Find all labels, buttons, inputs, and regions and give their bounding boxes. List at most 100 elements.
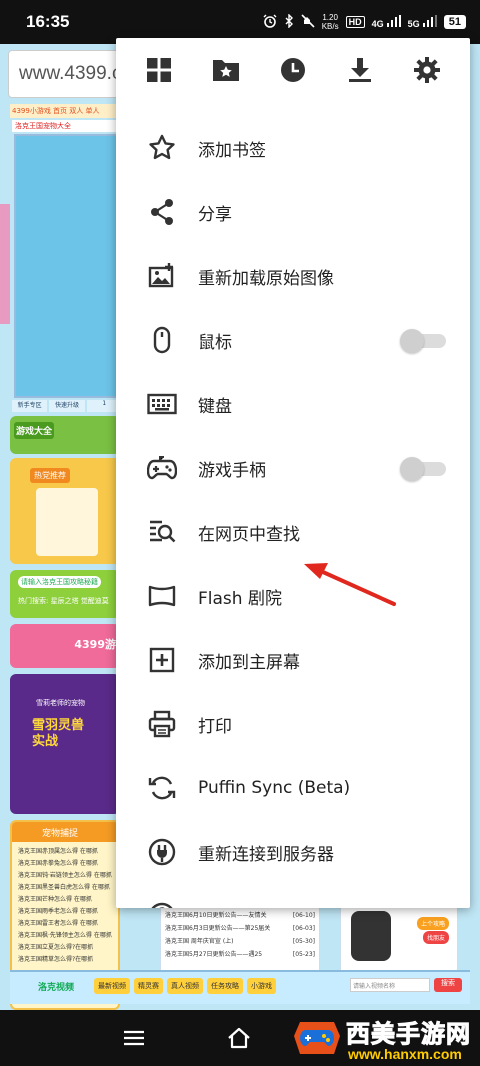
menu-item-mouse[interactable]: 鼠标 <box>116 312 470 368</box>
menu-item-help[interactable]: 帮助 <box>116 888 470 908</box>
toggle-thumb <box>400 457 424 481</box>
menu-item-reload-original-images[interactable]: 重新加载原始图像 <box>116 248 470 304</box>
video-tab[interactable]: 任务攻略 <box>207 978 243 994</box>
video-tab[interactable]: 真人视频 <box>167 978 203 994</box>
pet-card-tag[interactable]: 上个攻略 <box>416 917 449 930</box>
list-item[interactable]: 洛克王国雷王者怎么得 在哪抓 <box>18 918 112 930</box>
game-collection-block[interactable]: 游戏大全 <box>10 416 120 454</box>
apps-button[interactable] <box>139 50 179 90</box>
net-speed: 1.20 KB/s <box>322 13 339 31</box>
list-item[interactable]: 洛克王国雨季老怎么得 在哪抓 <box>18 906 112 918</box>
menu-item-label: 重新连接到服务器 <box>198 844 334 865</box>
site-tab[interactable]: 新手专区 <box>12 400 48 412</box>
help-icon <box>146 900 178 908</box>
annotation-arrow-icon <box>304 563 396 606</box>
star-icon <box>146 132 178 164</box>
video-bar: 洛克视频 最新视频 精灵赛 真人视频 任务攻略 小游戏 请输入视频名称 搜索 <box>10 970 470 1004</box>
settings-button[interactable] <box>407 50 447 90</box>
mute-icon <box>301 13 315 31</box>
downloads-button[interactable] <box>340 50 380 90</box>
side-decoration <box>0 204 10 324</box>
toggle-thumb <box>400 329 424 353</box>
video-tab[interactable]: 最新视频 <box>94 978 130 994</box>
list-item[interactable]: 洛克王国立夏怎么得?在哪抓 <box>18 942 112 954</box>
print-icon <box>146 708 178 740</box>
pet-capture-header: 宠物捕捉 <box>12 822 118 842</box>
pet-feature-caption: 雪莉老师的宠物 <box>36 699 85 707</box>
search-hint-block[interactable]: 请输入洛克王国攻略秘籍 热门搜索: 星辰之塔 觉醒迪莫 <box>10 570 120 618</box>
hot-recommend-label: 热党推荐 <box>30 468 70 483</box>
site-tab[interactable]: 快速升级 <box>49 400 85 412</box>
news-item[interactable]: 洛克王国 周年庆官宣 (上) [05-30] <box>165 935 315 948</box>
menu-item-add-to-home[interactable]: 添加到主屏幕 <box>116 632 470 688</box>
menu-lines-icon <box>124 1030 144 1046</box>
menu-item-puffin-sync[interactable]: Puffin Sync (Beta) <box>116 760 470 816</box>
menu-item-label: 添加书签 <box>198 140 266 161</box>
list-item[interactable]: 洛克王国精草怎么得?在哪抓 <box>18 954 112 966</box>
pet-card-tag[interactable]: 找朋友 <box>422 931 449 944</box>
site-banner[interactable] <box>14 134 118 398</box>
list-item[interactable]: 洛克王国钝·岩链领主怎么得 在哪抓 <box>18 870 112 882</box>
signal-4g-label: 4G <box>371 18 384 29</box>
news-date: [06-10] <box>292 912 315 919</box>
hot-recommend-image <box>36 488 98 556</box>
site-header-strip: 4399小游戏 首页 双人 单人 <box>10 104 120 118</box>
news-date: [05-23] <box>292 951 315 958</box>
alarm-icon <box>263 14 277 31</box>
net-speed-unit: KB/s <box>321 22 339 31</box>
menu-item-label: 鼠标 <box>198 332 232 353</box>
video-tab[interactable]: 精灵赛 <box>134 978 163 994</box>
menu-item-label: Flash 剧院 <box>198 588 282 609</box>
menu-item-gamepad[interactable]: 游戏手柄 <box>116 440 470 496</box>
news-date: [05-30] <box>292 938 315 945</box>
keyboard-icon <box>146 388 178 420</box>
pet-feature-block[interactable]: 雪莉老师的宠物 雪羽灵兽实战 <box>10 674 120 814</box>
menu-item-add-bookmark[interactable]: 添加书签 <box>116 120 470 176</box>
list-item[interactable]: 洛克王国赤拳兔怎么得 在哪抓 <box>18 858 112 870</box>
home-icon <box>228 1027 250 1049</box>
bookmarks-button[interactable] <box>206 50 246 90</box>
video-section-label: 洛克视频 <box>38 983 75 993</box>
site-tabs: 新手专区 快速升级 1 <box>12 400 122 412</box>
add-box-icon <box>146 644 178 676</box>
list-item[interactable]: 洛克王国枫·先锋领主怎么得 在哪抓 <box>18 930 112 942</box>
menu-item-label: 在网页中查找 <box>198 524 300 545</box>
menu-item-label: 重新加载原始图像 <box>198 268 334 289</box>
nav-home-button[interactable] <box>225 1024 253 1052</box>
video-tabs: 最新视频 精灵赛 真人视频 任务攻略 小游戏 <box>94 978 276 994</box>
menu-item-flash-theater[interactable]: Flash 剧院 <box>116 568 470 624</box>
gamepad-toggle[interactable] <box>400 457 448 481</box>
list-item[interactable]: 洛克王国黑圣兽白虎怎么得 在哪抓 <box>18 882 112 894</box>
promo-4399-block[interactable]: 4399游 <box>10 624 120 668</box>
list-item[interactable]: 洛克王国芒种怎么得 在哪抓 <box>18 894 112 906</box>
news-list: 洛克王国6月10日更新公告——友情关 [06-10] 洛克王国6月3日更新公告——… <box>161 901 319 969</box>
video-tab[interactable]: 小游戏 <box>247 978 276 994</box>
list-item[interactable]: 洛克王国赤顶属怎么得 在哪抓 <box>18 846 112 858</box>
net-speed-value: 1.20 <box>322 13 338 22</box>
mouse-toggle[interactable] <box>400 329 448 353</box>
history-button[interactable] <box>273 50 313 90</box>
bookmark-folder-icon <box>213 60 240 81</box>
site-title[interactable]: 洛克王国宠物大全 <box>12 120 117 132</box>
menu-item-find-in-page[interactable]: 在网页中查找 <box>116 504 470 560</box>
news-item[interactable]: 洛克王国6月10日更新公告——友情关 [06-10] <box>165 909 315 922</box>
video-search-input[interactable]: 请输入视频名称 <box>350 978 430 992</box>
pet-feature-title: 雪羽灵兽实战 <box>32 718 85 749</box>
menu-item-label: 分享 <box>198 204 232 225</box>
menu-item-keyboard[interactable]: 键盘 <box>116 376 470 432</box>
news-item[interactable]: 洛克王国6月3日更新公告——第25届关 [06-03] <box>165 922 315 935</box>
promo-4399-label: 4399游 <box>74 638 116 651</box>
menu-item-label: 键盘 <box>198 396 232 417</box>
history-clock-icon <box>280 58 305 82</box>
status-time: 16:35 <box>26 12 70 31</box>
pet-card-image <box>351 911 391 961</box>
menu-item-print[interactable]: 打印 <box>116 696 470 752</box>
signal-bars-2-icon <box>422 14 437 27</box>
news-item[interactable]: 洛克王国5月27日更新公告——遇25 [05-23] <box>165 948 315 961</box>
menu-item-reconnect-server[interactable]: 重新连接到服务器 <box>116 824 470 880</box>
video-search-button[interactable]: 搜索 <box>434 978 462 992</box>
status-icons: 1.20 KB/s HD 4G 5G 51 <box>263 12 466 31</box>
nav-menu-button[interactable] <box>120 1024 148 1052</box>
hot-recommend-block[interactable]: 热党推荐 <box>10 458 120 564</box>
menu-item-share[interactable]: 分享 <box>116 184 470 240</box>
